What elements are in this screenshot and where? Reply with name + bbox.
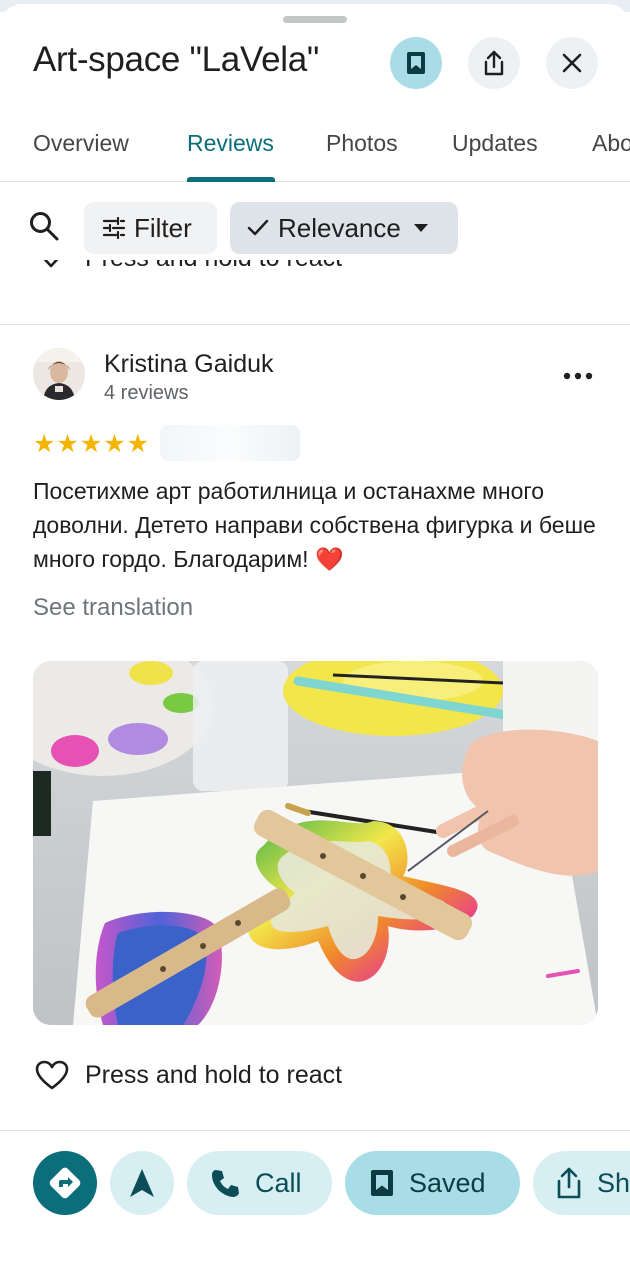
directions-button[interactable]	[33, 1151, 97, 1215]
bookmark-filled-icon	[371, 1170, 393, 1196]
search-reviews-button[interactable]	[28, 210, 60, 247]
star-rating: ★★★★★	[33, 430, 151, 458]
filter-label: Filter	[134, 212, 192, 243]
more-dots-icon	[563, 372, 593, 380]
react-label: Press and hold to react	[85, 1060, 343, 1089]
share-icon	[484, 50, 504, 76]
tab-photos[interactable]: Photos	[326, 130, 398, 157]
react-button[interactable]: Press and hold to react	[35, 1060, 342, 1090]
review-text: Посетихме арт работилница и останахме мн…	[33, 474, 603, 576]
navigation-arrow-icon	[130, 1169, 154, 1197]
sort-relevance-chip[interactable]: Relevance	[230, 202, 458, 254]
tab-updates[interactable]: Updates	[452, 130, 538, 157]
review-photo[interactable]	[33, 661, 598, 1025]
tune-icon	[102, 217, 126, 239]
heart-outline-icon	[35, 1060, 69, 1090]
check-icon	[247, 219, 269, 236]
divider	[0, 324, 630, 325]
call-button[interactable]: Call	[187, 1151, 332, 1215]
relevance-label: Relevance	[278, 212, 401, 243]
phone-icon	[212, 1170, 239, 1197]
close-icon	[562, 53, 582, 73]
saved-button[interactable]: Saved	[345, 1151, 520, 1215]
share-pill-button[interactable]: Sh	[533, 1151, 630, 1215]
previous-react-label: Press and hold to react	[85, 260, 342, 273]
tab-bar: Overview Reviews Photos Updates Abo	[0, 104, 630, 182]
heart-emoji: ❤️	[314, 546, 344, 572]
tab-reviews[interactable]: Reviews	[187, 130, 274, 157]
divider	[0, 1130, 630, 1131]
directions-icon	[49, 1167, 81, 1199]
author-review-count: 4 reviews	[104, 382, 189, 404]
search-icon	[30, 212, 59, 241]
save-button[interactable]	[390, 37, 442, 89]
share-icon	[557, 1167, 581, 1199]
tab-overview[interactable]: Overview	[33, 130, 129, 157]
start-navigation-button[interactable]	[110, 1151, 174, 1215]
share-label: Sh	[597, 1167, 630, 1198]
see-translation-link[interactable]: See translation	[33, 594, 193, 622]
previous-review-react[interactable]: Press and hold to react	[35, 260, 630, 286]
call-label: Call	[255, 1167, 302, 1198]
blurred-date	[160, 425, 300, 461]
review-filter-bar: Filter Relevance	[0, 182, 630, 260]
close-button[interactable]	[546, 37, 598, 89]
review-more-button[interactable]	[560, 364, 596, 388]
sheet-drag-handle[interactable]	[283, 16, 347, 23]
filter-chip[interactable]: Filter	[84, 202, 217, 254]
tab-about[interactable]: Abo	[592, 130, 630, 157]
chevron-down-icon	[44, 260, 58, 267]
review-author-name[interactable]: Kristina Gaiduk	[104, 350, 274, 379]
dropdown-arrow-icon	[413, 224, 428, 232]
place-sheet: Art-space "LaVela" Overview Reviews Phot…	[0, 4, 630, 1280]
share-button[interactable]	[468, 37, 520, 89]
action-bar: Call Saved Sh	[0, 1132, 630, 1280]
author-avatar[interactable]	[33, 348, 85, 400]
bookmark-filled-icon	[407, 52, 425, 74]
place-title: Art-space "LaVela"	[33, 40, 319, 79]
saved-label: Saved	[409, 1167, 486, 1198]
